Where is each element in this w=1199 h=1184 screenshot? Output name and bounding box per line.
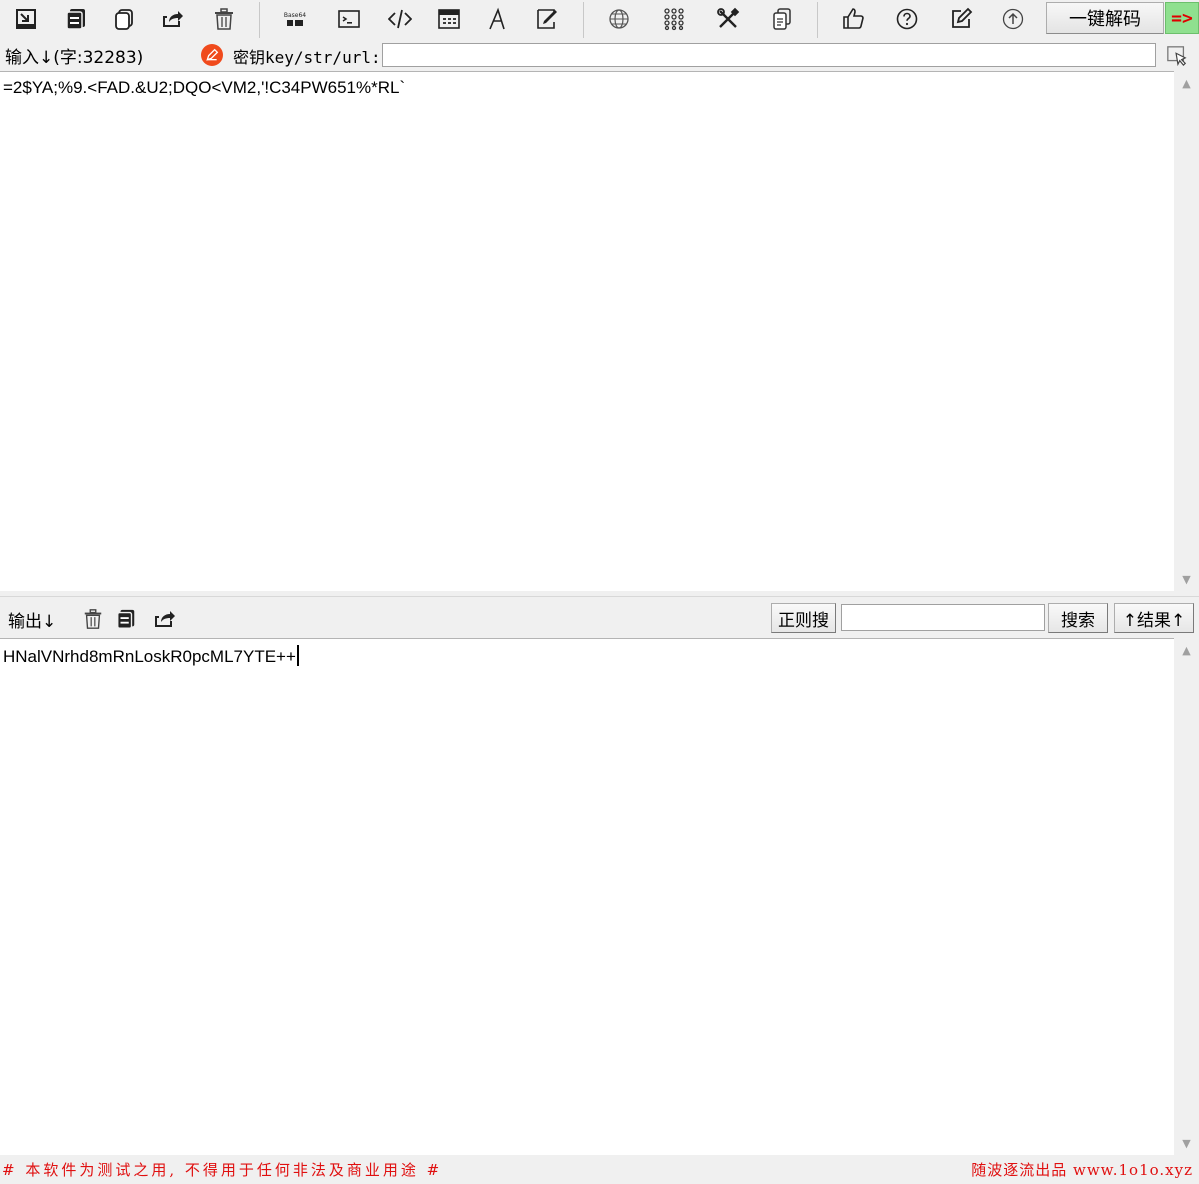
sign-icon[interactable] bbox=[531, 3, 563, 35]
import-icon[interactable] bbox=[10, 3, 42, 35]
toolbar-separator bbox=[259, 2, 260, 38]
one-click-decode-button[interactable]: 一键解码 bbox=[1046, 2, 1164, 34]
base64-icon[interactable]: Base64 bbox=[279, 3, 311, 35]
document-icon[interactable] bbox=[766, 3, 798, 35]
svg-text:Base64: Base64 bbox=[284, 12, 306, 19]
scroll-up-arrow-icon[interactable]: ▲ bbox=[1174, 73, 1199, 93]
delete-icon[interactable] bbox=[208, 3, 240, 35]
terminal-icon[interactable] bbox=[333, 3, 365, 35]
output-text: HNalVNrhd8mRnLoskR0pcML7YTE++ bbox=[3, 647, 296, 666]
text-caret bbox=[296, 645, 299, 666]
output-delete-icon[interactable] bbox=[79, 605, 107, 633]
copy-all-icon[interactable] bbox=[60, 3, 92, 35]
input-label: 输入↓(字:32283) bbox=[5, 48, 144, 68]
output-copy-icon[interactable] bbox=[112, 605, 140, 633]
thumbs-up-icon[interactable] bbox=[837, 3, 869, 35]
input-scrollbar[interactable]: ▲ ▼ bbox=[1174, 71, 1199, 591]
toolbar-separator bbox=[583, 2, 584, 38]
output-textarea[interactable]: HNalVNrhd8mRnLoskR0pcML7YTE++ bbox=[0, 638, 1174, 1155]
disclaimer-text: # 本软件为测试之用, 不得用于任何非法及商业用途 # bbox=[2, 1161, 443, 1179]
toolbar: Base64 一键解码 => bbox=[0, 0, 1199, 40]
input-header: 输入↓(字:32283) 密钥key/str/url: bbox=[0, 40, 1199, 70]
share-icon[interactable] bbox=[156, 3, 188, 35]
toolbar-separator bbox=[817, 2, 818, 38]
grid-icon[interactable] bbox=[658, 3, 690, 35]
input-textarea[interactable]: =2$YA;%9.<FAD.&U2;DQO<VM2,'!C34PW651%*RL… bbox=[0, 71, 1174, 591]
scroll-down-arrow-icon[interactable]: ▼ bbox=[1174, 1133, 1199, 1153]
search-input[interactable] bbox=[841, 604, 1045, 631]
output-label: 输出↓ bbox=[8, 612, 57, 632]
font-icon[interactable] bbox=[481, 3, 513, 35]
run-arrow-button[interactable]: => bbox=[1165, 2, 1199, 34]
scroll-down-arrow-icon[interactable]: ▼ bbox=[1174, 569, 1199, 589]
key-label: 密钥key/str/url: bbox=[233, 48, 381, 67]
help-icon[interactable] bbox=[891, 3, 923, 35]
calculator-icon[interactable] bbox=[433, 3, 465, 35]
output-header: 输出↓ 正则搜 搜索 ↑结果↑ bbox=[0, 596, 1199, 638]
regex-search-button[interactable]: 正则搜 bbox=[771, 603, 836, 633]
globe-icon[interactable] bbox=[603, 3, 635, 35]
credit-text: 随波逐流出品 www.1o1o.xyz bbox=[971, 1161, 1193, 1179]
tools-icon[interactable] bbox=[712, 3, 744, 35]
pick-file-icon[interactable] bbox=[1163, 44, 1191, 68]
key-icon bbox=[201, 44, 223, 66]
scroll-up-arrow-icon[interactable]: ▲ bbox=[1174, 640, 1199, 660]
search-button[interactable]: 搜索 bbox=[1048, 603, 1108, 633]
result-button[interactable]: ↑结果↑ bbox=[1114, 603, 1194, 633]
upload-icon[interactable] bbox=[997, 3, 1029, 35]
input-text: =2$YA;%9.<FAD.&U2;DQO<VM2,'!C34PW651%*RL… bbox=[3, 78, 406, 97]
footer: # 本软件为测试之用, 不得用于任何非法及商业用途 # 随波逐流出品 www.1… bbox=[0, 1155, 1199, 1184]
paste-icon[interactable] bbox=[108, 3, 140, 35]
code-icon[interactable] bbox=[384, 3, 416, 35]
edit-icon[interactable] bbox=[945, 3, 977, 35]
output-scrollbar[interactable]: ▲ ▼ bbox=[1174, 638, 1199, 1155]
key-input[interactable] bbox=[382, 43, 1156, 67]
output-share-icon[interactable] bbox=[150, 605, 178, 633]
